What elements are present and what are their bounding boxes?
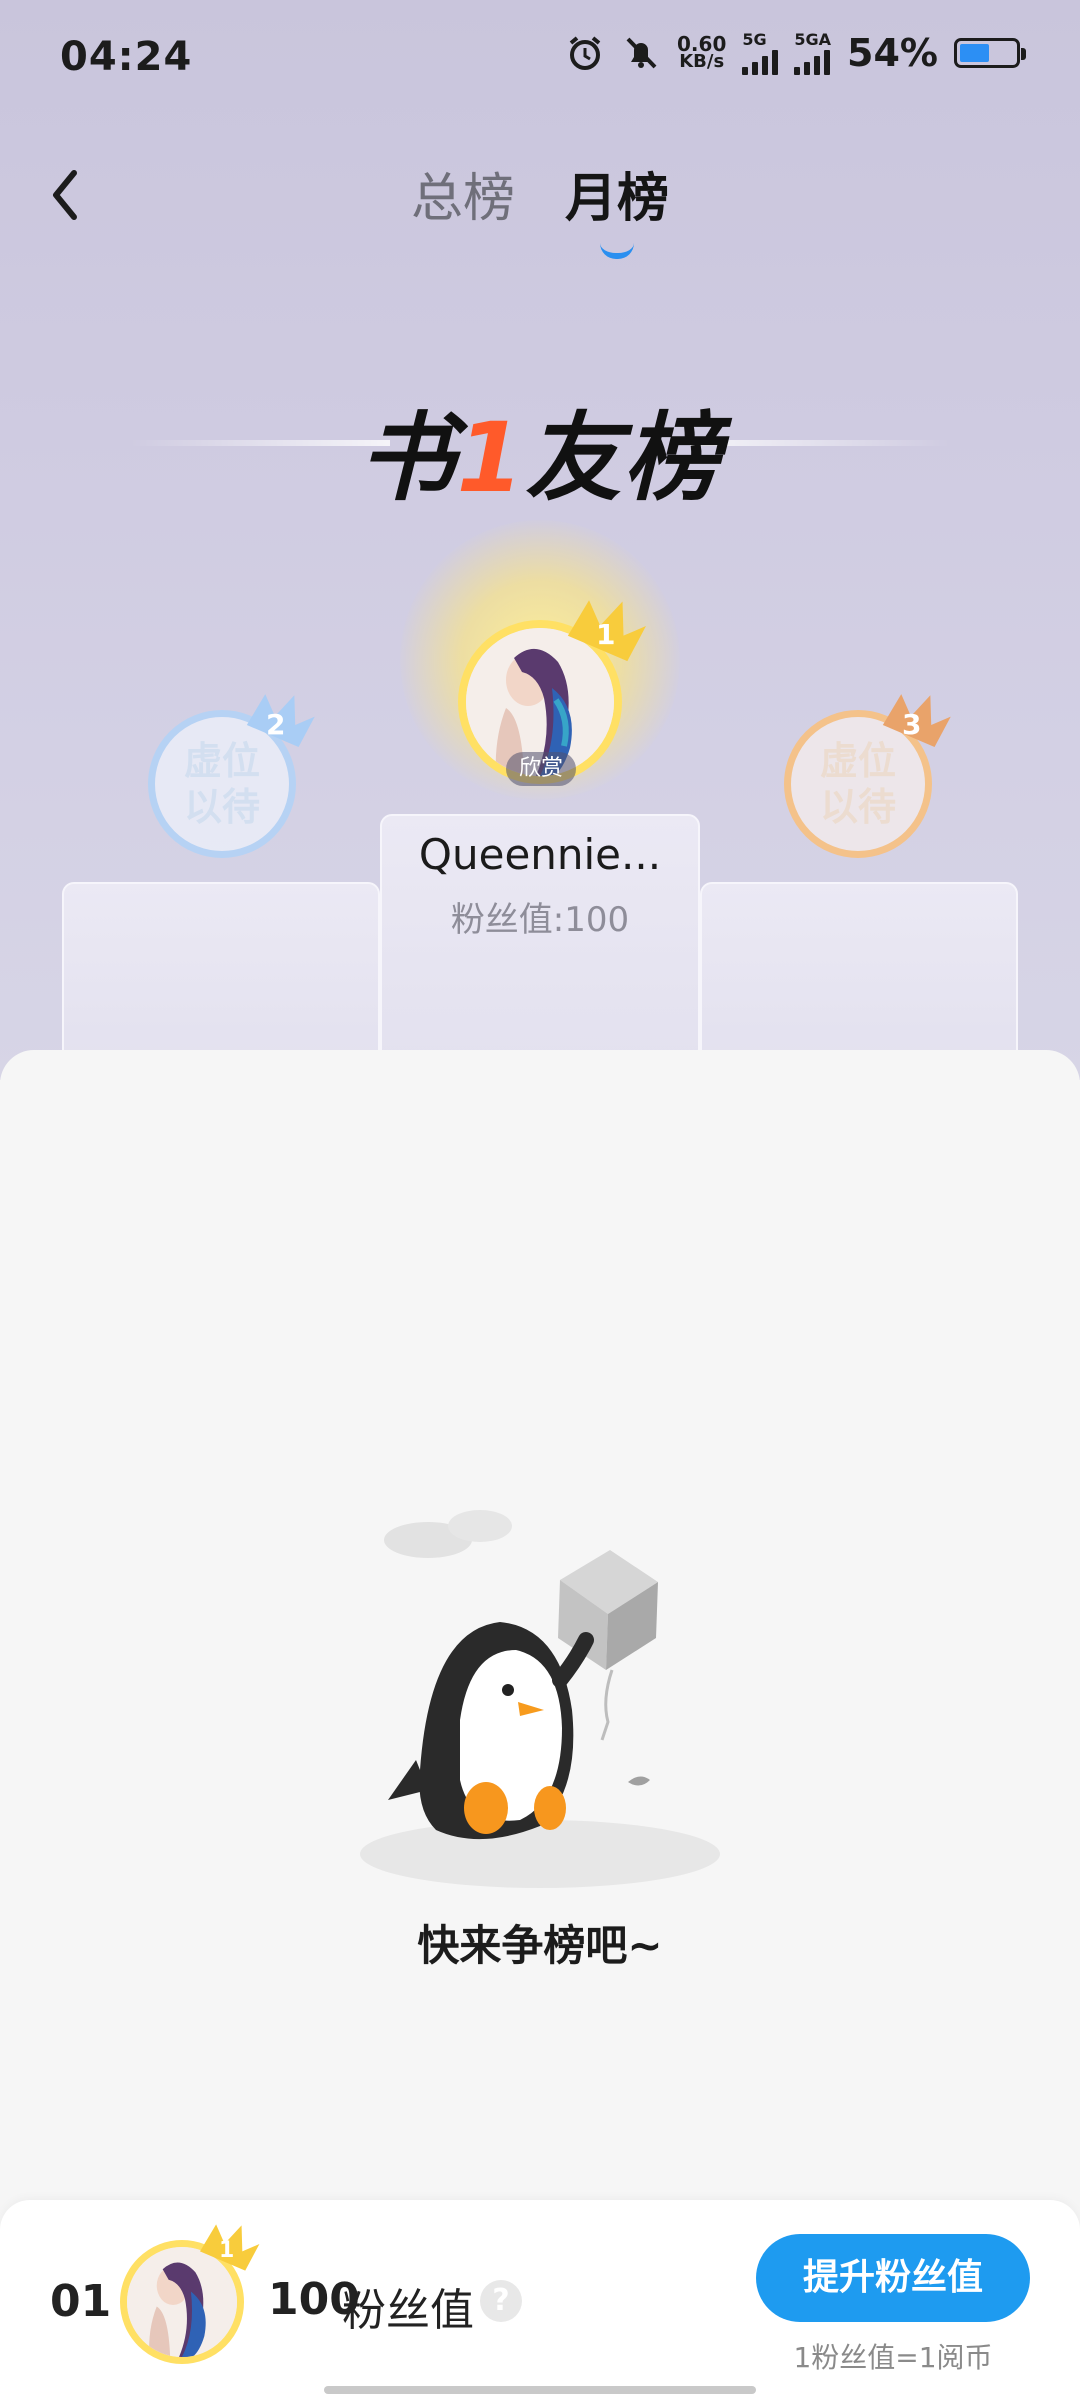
- tab-overall[interactable]: 总榜: [411, 150, 515, 237]
- bronze-crown-rank: 3: [902, 708, 922, 741]
- battery-icon: [954, 37, 1026, 68]
- status-bar: 04:24 0.60 KB/s 5G 5GA 54%: [0, 0, 1080, 120]
- logo-accent: 1: [456, 402, 526, 514]
- boost-fan-score-button[interactable]: 提升粉丝值: [756, 2234, 1030, 2322]
- empty-state-message: 快来争榜吧~: [417, 1921, 663, 1970]
- logo-text-1: 书: [358, 402, 457, 514]
- battery-fill: [960, 43, 989, 62]
- signal-icon: [794, 49, 831, 75]
- ranking-tabs: 总榜 月榜: [0, 150, 1080, 259]
- battery-percent: 54%: [847, 30, 938, 75]
- penguin-illustration: [360, 1510, 720, 1888]
- tab-monthly-label: 月榜: [565, 169, 670, 229]
- my-crown-rank: 1: [219, 2238, 235, 2263]
- placeholder-line2: 以待: [819, 785, 896, 829]
- status-icons: 0.60 KB/s 5G 5GA 54%: [565, 30, 1026, 75]
- alarm-icon: [565, 33, 605, 73]
- sim1-label: 5G: [742, 30, 767, 49]
- gold-crown-rank: 1: [596, 618, 616, 651]
- sim2-label: 5GA: [794, 30, 832, 49]
- my-rank-number: 01: [50, 2276, 112, 2327]
- tab-monthly[interactable]: 月榜: [565, 150, 670, 259]
- silver-crown-rank: 2: [266, 708, 286, 741]
- network-speed-value: 0.60: [677, 31, 727, 56]
- sim2-signal: 5GA: [794, 30, 831, 75]
- status-time: 04:24: [60, 34, 193, 80]
- first-place-score: 粉丝值:100: [450, 900, 630, 940]
- home-indicator[interactable]: [324, 2386, 756, 2394]
- first-place-name: Queennie...: [418, 830, 662, 879]
- winner-tag: 欣赏: [506, 752, 576, 786]
- help-icon[interactable]: ?: [480, 2280, 522, 2322]
- signal-icon: [742, 49, 779, 75]
- book-friends-ranking-logo: 书1友榜: [0, 380, 1080, 519]
- fan-score-exchange-note: 1粉丝值=1阅币: [793, 2341, 993, 2374]
- logo-text-2: 友榜: [525, 402, 722, 514]
- podium-third: [700, 882, 1018, 1062]
- podium-second: [62, 882, 380, 1062]
- my-fan-score-label: 粉丝值: [342, 2285, 474, 2336]
- network-speed: 0.60 KB/s: [677, 31, 727, 72]
- mute-bell-icon: [621, 33, 661, 73]
- sim1-signal: 5G: [742, 30, 779, 75]
- placeholder-line2: 以待: [183, 785, 260, 829]
- network-speed-unit: KB/s: [679, 50, 725, 72]
